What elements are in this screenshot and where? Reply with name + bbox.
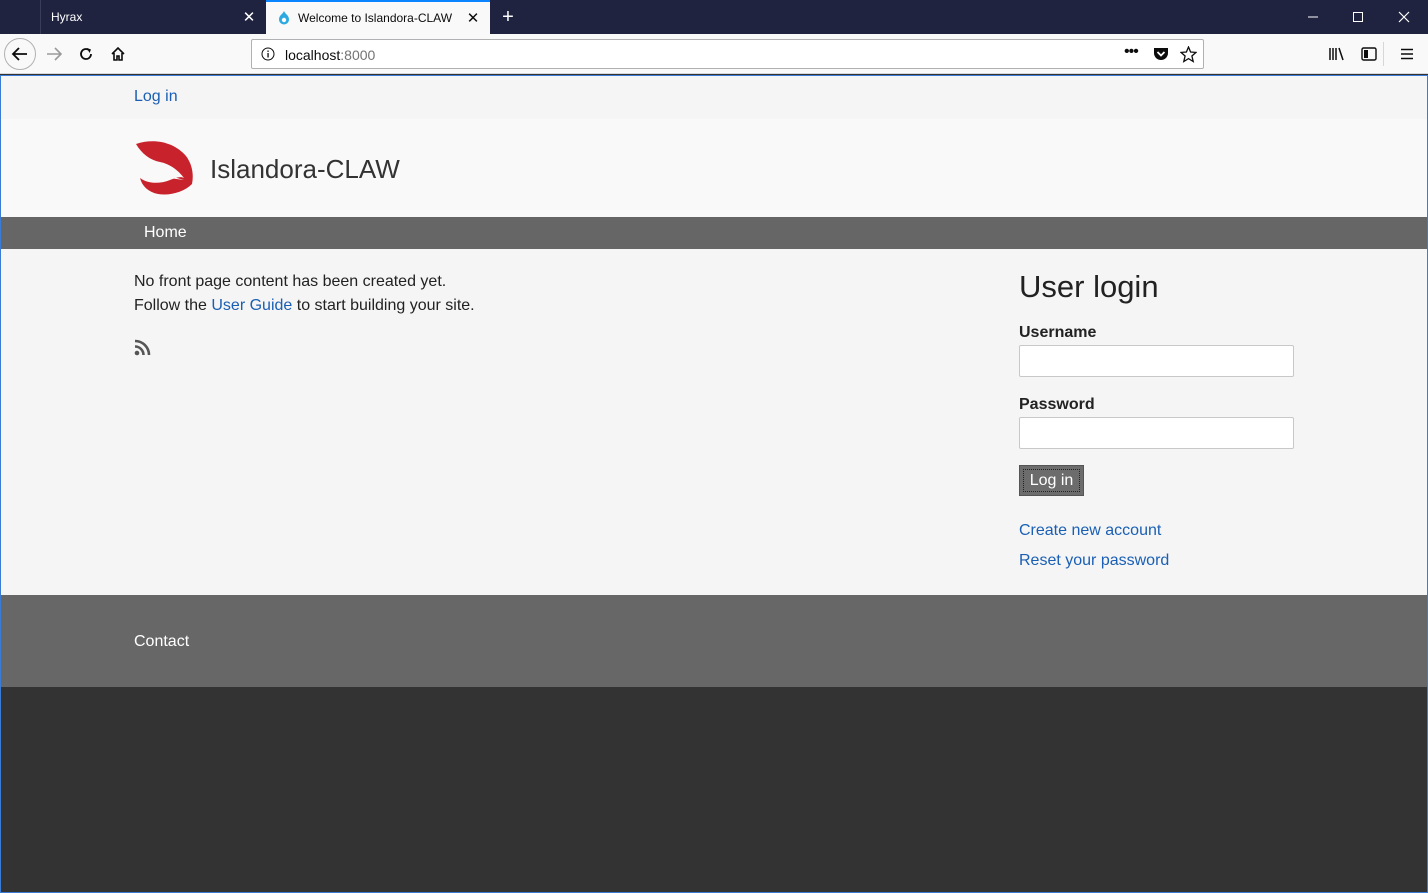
tab-bar: Hyrax ✕ Welcome to Islandora-CLAW | I ✕ … [0, 0, 1428, 34]
username-input[interactable] [1019, 345, 1294, 377]
browser-toolbar: localhost:8000 ••• [0, 34, 1428, 74]
site-header: Islandora-CLAW [1, 119, 1427, 217]
tab-islandora[interactable]: Welcome to Islandora-CLAW | I ✕ [266, 0, 490, 34]
new-tab-icon[interactable]: + [494, 0, 522, 34]
drupal-favicon-icon [279, 11, 289, 25]
minimize-icon[interactable] [1290, 0, 1336, 34]
user-guide-message: Follow the User Guide to start building … [134, 297, 475, 315]
user-login-title: User login [1019, 269, 1159, 304]
menu-icon[interactable] [1391, 38, 1423, 70]
nav-home-link[interactable]: Home [144, 224, 187, 242]
tab-title: Hyrax [51, 10, 83, 24]
sidebar-icon[interactable] [1353, 38, 1385, 70]
toolbar-divider [1383, 42, 1384, 66]
site-footer: Contact [1, 595, 1427, 687]
reload-icon[interactable] [70, 38, 102, 70]
contact-link[interactable]: Contact [134, 633, 189, 651]
back-icon[interactable] [4, 38, 36, 70]
tab-title: Welcome to Islandora-CLAW | I [298, 11, 456, 25]
page-bottom [1, 687, 1427, 892]
password-input[interactable] [1019, 417, 1294, 449]
tab-close-icon[interactable]: ✕ [232, 8, 266, 26]
rss-feed-icon[interactable] [134, 338, 152, 356]
main-navigation: Home [1, 217, 1427, 249]
home-icon[interactable] [102, 38, 134, 70]
library-icon[interactable] [1321, 38, 1353, 70]
url-bar[interactable]: localhost:8000 ••• [251, 39, 1204, 69]
tab-close-icon[interactable]: ✕ [456, 9, 490, 27]
main-content: No front page content has been created y… [1, 249, 1427, 595]
page-viewport: Log in Islandora-CLAW Home No front page… [1, 75, 1427, 892]
message-suffix: to start building your site. [292, 297, 475, 314]
forward-icon[interactable] [38, 38, 70, 70]
no-content-message: No front page content has been created y… [134, 273, 447, 290]
islandora-logo-icon[interactable] [134, 140, 194, 196]
window-close-icon[interactable] [1381, 0, 1427, 34]
page-actions-icon[interactable]: ••• [1124, 43, 1139, 61]
site-name[interactable]: Islandora-CLAW [210, 154, 400, 185]
login-button[interactable]: Log in [1019, 465, 1084, 496]
message-prefix: Follow the [134, 297, 212, 314]
username-label: Username [1019, 324, 1097, 341]
secondary-menu: Log in [1, 75, 1427, 119]
url-host: localhost [285, 47, 341, 63]
user-guide-link[interactable]: User Guide [211, 297, 292, 314]
bookmark-star-icon[interactable] [1180, 46, 1197, 63]
url-text: localhost:8000 [285, 47, 375, 63]
password-label: Password [1019, 396, 1095, 413]
pocket-icon[interactable] [1153, 47, 1169, 62]
create-account-link[interactable]: Create new account [1019, 522, 1161, 540]
maximize-icon[interactable] [1335, 0, 1381, 34]
top-login-link[interactable]: Log in [134, 88, 178, 106]
url-port: :8000 [340, 47, 376, 63]
info-icon[interactable] [261, 47, 275, 61]
reset-password-link[interactable]: Reset your password [1019, 552, 1169, 570]
tab-hyrax[interactable]: Hyrax ✕ [40, 0, 266, 34]
